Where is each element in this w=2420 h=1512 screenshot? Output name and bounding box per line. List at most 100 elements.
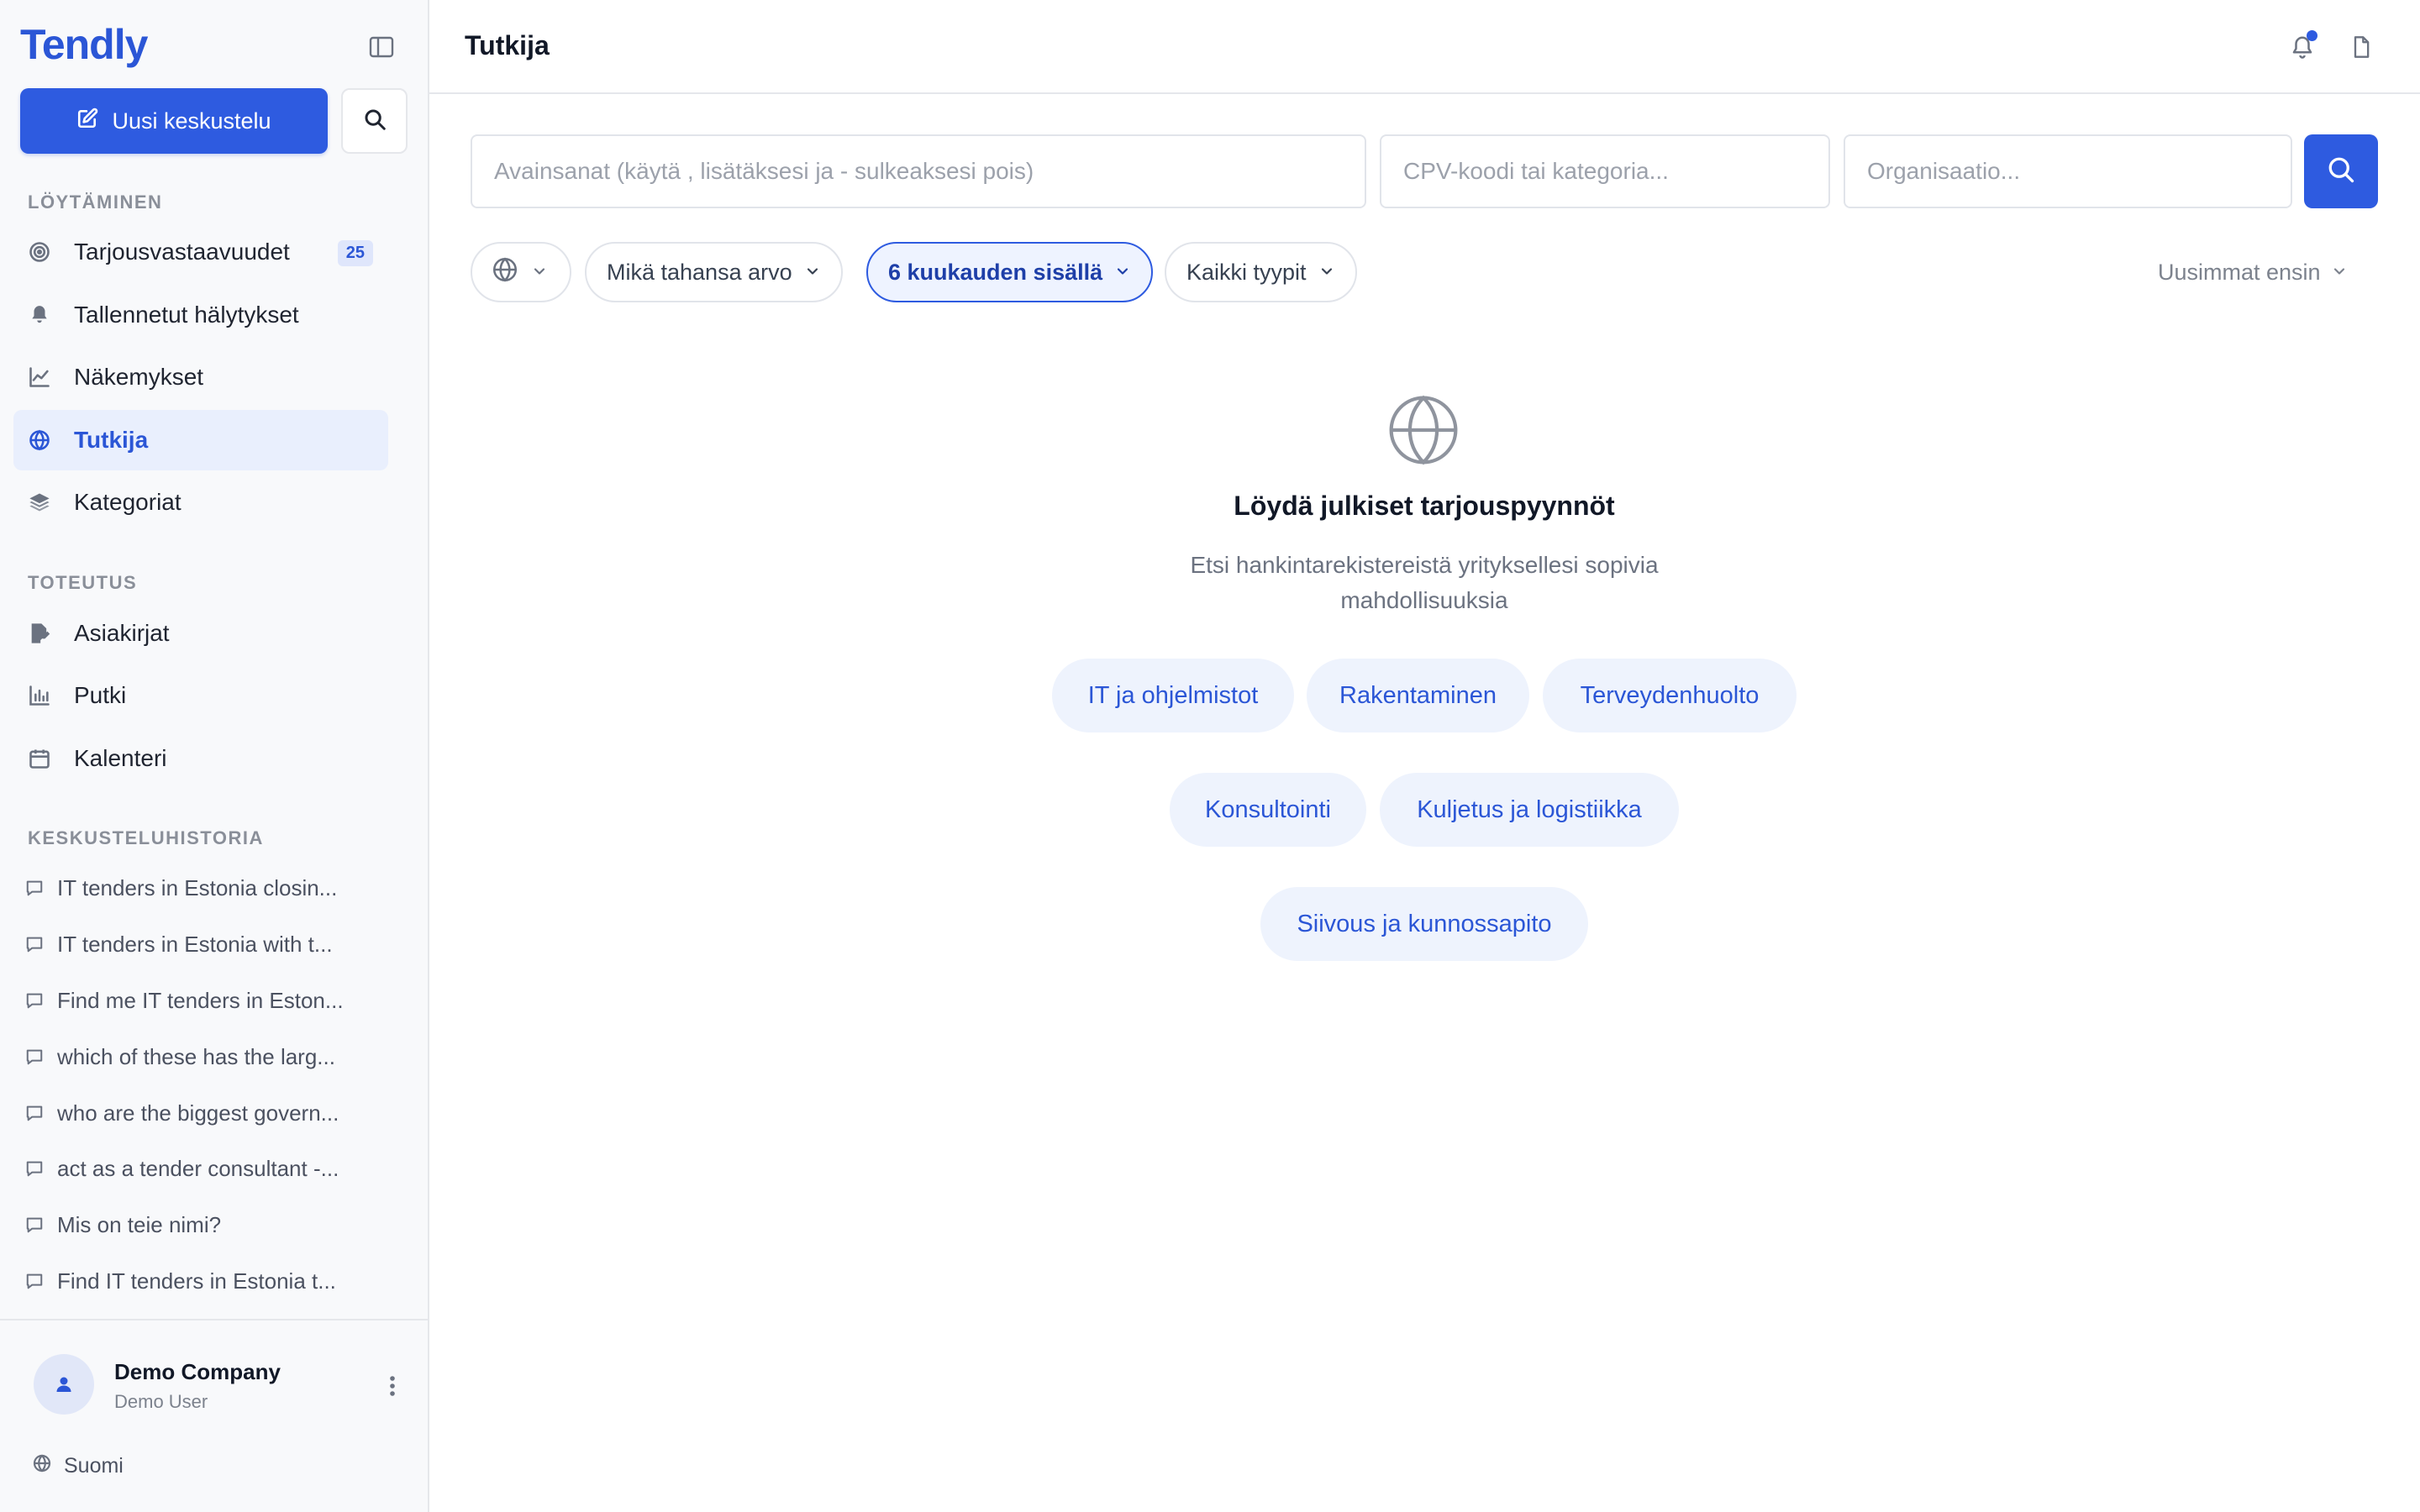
history-item-label: IT tenders in Estonia closin... [57,874,338,900]
sidebar-item-documents[interactable]: Asiakirjat [13,603,388,664]
sidebar-item-label: Näkemykset [74,364,204,390]
chevron-down-icon [1318,260,1335,286]
bar-chart-icon [27,683,52,708]
history-item-label: Find IT tenders in Estonia t... [57,1268,336,1294]
sidebar-item-label: Putki [74,682,127,708]
globe-icon [27,428,52,453]
section-label-discovery: LÖYTÄMINEN [28,192,163,213]
type-filter-label: Kaikki tyypit [1186,259,1307,285]
chat-bubble-icon [25,1271,45,1291]
chat-bubble-icon [25,990,45,1011]
chevron-down-icon [804,260,821,286]
sidebar-collapse-icon[interactable] [365,32,398,62]
company-name: Demo Company [114,1359,281,1384]
category-chip-construction[interactable]: Rakentaminen [1307,659,1529,732]
history-item-label: IT tenders in Estonia with t... [57,931,333,957]
new-chat-button[interactable]: Uusi keskustelu [20,88,328,154]
cpv-input[interactable] [1380,134,1830,208]
sidebar-item-label: Kategoriat [74,489,182,515]
top-bar: Tutkija [429,0,2420,94]
sidebar-search-button[interactable] [341,88,408,154]
search-icon [2326,155,2356,189]
sidebar: Tendly Uusi keskustelu LÖYTÄMINEN Tarjou… [0,0,429,1512]
count-badge: 25 [337,240,373,266]
language-selector[interactable]: Suomi [32,1453,124,1479]
more-options-icon[interactable] [382,1371,402,1401]
category-chip-cleaning[interactable]: Siivous ja kunnossapito [1260,887,1588,961]
history-item[interactable]: Find me IT tenders in Eston... [25,984,370,1017]
search-button[interactable] [2304,134,2378,208]
sidebar-item-insights[interactable]: Näkemykset [13,347,388,407]
globe-icon [1385,391,1462,469]
category-chip-healthcare[interactable]: Terveydenhuolto [1543,659,1797,732]
globe-icon [491,255,519,290]
empty-state-title: Löydä julkiset tarjouspyynnöt [1234,491,1615,521]
history-item-label: which of these has the larg... [57,1043,335,1069]
calendar-icon [27,746,52,771]
chat-bubble-icon [25,1215,45,1235]
target-icon [27,239,52,265]
section-label-execution: TOTEUTUS [28,572,138,593]
history-item[interactable]: Find IT tenders in Estonia t... [25,1264,370,1298]
document-icon[interactable] [2343,29,2380,66]
history-item-label: who are the biggest govern... [57,1100,339,1126]
edit-icon [76,108,98,135]
category-chip-it[interactable]: IT ja ohjelmistot [1052,659,1294,732]
sidebar-item-pipeline[interactable]: Putki [13,665,388,726]
sidebar-item-saved-alerts[interactable]: Tallennetut hälytykset [13,285,388,345]
page-title: Tutkija [465,30,550,60]
notification-dot [2307,30,2317,41]
keywords-input[interactable] [471,134,1366,208]
value-filter-label: Mikä tahansa arvo [607,259,792,285]
type-filter-dropdown[interactable]: Kaikki tyypit [1165,242,1357,302]
search-icon [362,107,387,136]
language-label: Suomi [64,1454,124,1478]
bell-icon [27,302,52,328]
app-logo[interactable]: Tendly [20,20,148,69]
sidebar-item-label: Kalenteri [74,745,167,771]
sidebar-item-label: Tutkija [74,427,149,453]
history-item[interactable]: Mis on teie nimi? [25,1208,370,1242]
sidebar-item-tender-matches[interactable]: Tarjousvastaavuudet 25 [13,222,388,282]
user-icon [56,1377,71,1392]
category-chip-consulting[interactable]: Konsultointi [1170,773,1366,847]
organization-input[interactable] [1844,134,2292,208]
sidebar-footer: Demo Company Demo User Suomi [0,1319,428,1512]
time-filter-dropdown[interactable]: 6 kuukauden sisällä [866,242,1154,302]
new-chat-label: Uusi keskustelu [112,108,271,134]
user-name: Demo User [114,1391,208,1412]
empty-state-subtitle: Etsi hankintarekistereistä yrityksellesi… [1190,552,1659,613]
sidebar-item-explorer[interactable]: Tutkija [13,410,388,470]
sidebar-item-label: Asiakirjat [74,620,170,646]
section-label-history: KESKUSTELUHISTORIA [28,827,264,848]
chat-bubble-icon [25,1158,45,1179]
document-edit-icon [27,621,52,646]
chevron-down-icon [531,260,548,286]
history-item[interactable]: who are the biggest govern... [25,1096,370,1130]
region-filter-dropdown[interactable] [471,242,571,302]
avatar[interactable] [34,1354,94,1415]
globe-icon [32,1453,52,1479]
sort-dropdown[interactable]: Uusimmat ensin [2158,255,2348,289]
sidebar-item-calendar[interactable]: Kalenteri [13,728,388,789]
chevron-down-icon [2331,260,2348,286]
history-item[interactable]: IT tenders in Estonia closin... [25,871,370,905]
chevron-down-icon [1114,260,1131,286]
chat-bubble-icon [25,934,45,954]
history-item[interactable]: IT tenders in Estonia with t... [25,927,370,961]
category-chip-logistics[interactable]: Kuljetus ja logistiikka [1380,773,1679,847]
chat-bubble-icon [25,878,45,898]
chart-line-icon [27,365,52,390]
value-filter-dropdown[interactable]: Mikä tahansa arvo [585,242,843,302]
sort-label: Uusimmat ensin [2158,259,2321,285]
history-item-label: Find me IT tenders in Eston... [57,987,344,1013]
chat-bubble-icon [25,1103,45,1123]
time-filter-label: 6 kuukauden sisällä [888,259,1103,285]
sidebar-item-categories[interactable]: Kategoriat [13,472,388,533]
layers-icon [27,490,52,515]
history-item[interactable]: act as a tender consultant -... [25,1152,370,1185]
sidebar-item-label: Tallennetut hälytykset [74,302,299,328]
history-item[interactable]: which of these has the larg... [25,1040,370,1074]
sidebar-item-label: Tarjousvastaavuudet [74,239,290,265]
history-item-label: act as a tender consultant -... [57,1155,339,1181]
